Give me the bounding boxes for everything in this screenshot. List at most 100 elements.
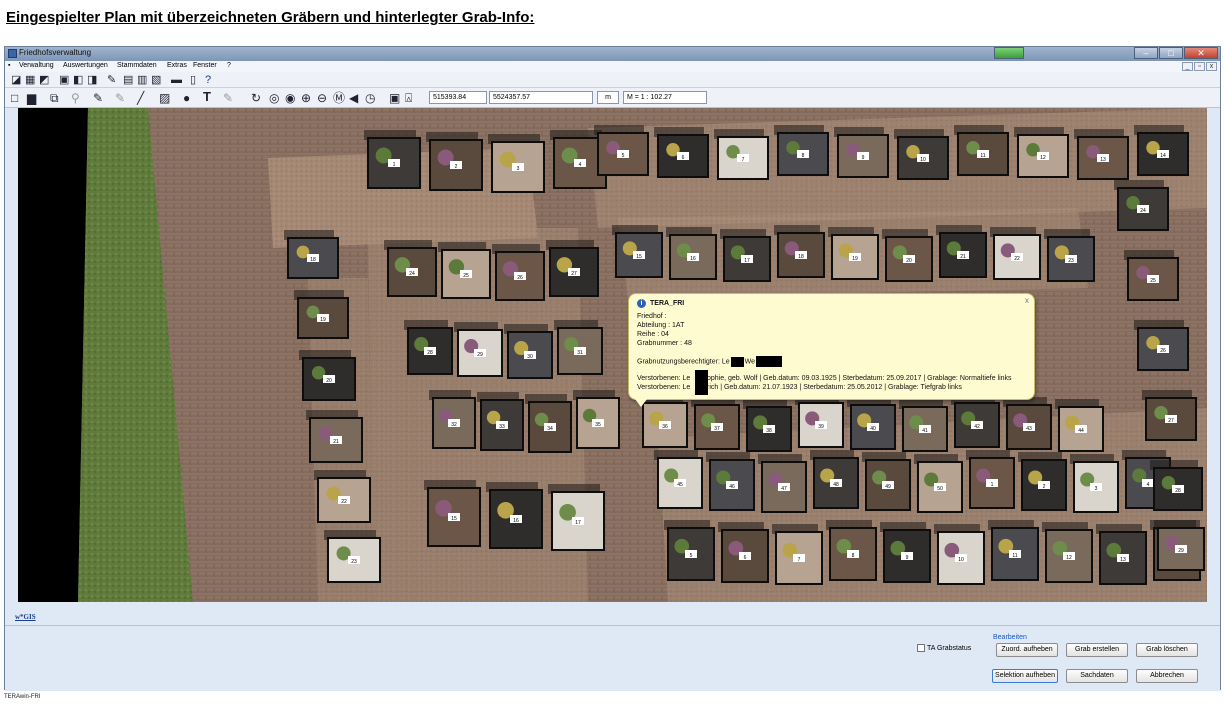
zoom-back-icon[interactable]: ◀ bbox=[349, 91, 358, 105]
menu-verwaltung[interactable]: Verwaltung bbox=[19, 62, 54, 69]
grave-number: 1 bbox=[991, 482, 994, 488]
grab-erstellen-button[interactable]: Grab erstellen bbox=[1066, 643, 1128, 657]
grave-number: 25 bbox=[463, 273, 469, 279]
tool-4-icon[interactable]: ▣ bbox=[59, 73, 69, 87]
popup-verstorben-2: Verstorbenen: Le Erich | Geb.datum: 21.07… bbox=[637, 383, 962, 392]
grave-number: 34 bbox=[547, 426, 553, 432]
tool-8-icon[interactable]: ▤ bbox=[123, 73, 133, 87]
tool-9-icon[interactable]: ▥ bbox=[137, 73, 147, 87]
title-bar: Friedhofsverwaltung – □ ✕ bbox=[5, 47, 1220, 61]
verstorben-1-text: Sophie, geb. Wolf | Geb.datum: 09.03.192… bbox=[702, 375, 1012, 382]
maximize-button[interactable]: □ bbox=[1159, 47, 1183, 59]
tool-12-icon[interactable]: ▯ bbox=[190, 73, 196, 87]
berechtigter-tail: We bbox=[744, 358, 755, 366]
zoom-m-icon[interactable]: Ⓜ bbox=[333, 91, 345, 105]
copy-icon[interactable]: ⧉ bbox=[50, 91, 59, 105]
pen-icon[interactable]: ✎ bbox=[93, 91, 103, 105]
verstorben-2-text: Erich | Geb.datum: 21.07.1923 | Sterbeda… bbox=[702, 384, 962, 391]
unit-field: m bbox=[597, 91, 619, 104]
sachdaten-button[interactable]: Sachdaten bbox=[1066, 669, 1128, 683]
grave-number: 25 bbox=[1150, 278, 1156, 284]
grave-number: 27 bbox=[1168, 418, 1174, 424]
zoom-out-icon[interactable]: ⊖ bbox=[317, 91, 327, 105]
grave-number: 21 bbox=[960, 254, 966, 260]
print-icon[interactable]: ▆ bbox=[27, 91, 36, 105]
grave-number: 23 bbox=[1068, 258, 1074, 264]
grab-loeschen-button[interactable]: Grab löschen bbox=[1136, 643, 1198, 657]
grave-number: 48 bbox=[833, 482, 839, 488]
tool-6-icon[interactable]: ◨ bbox=[87, 73, 97, 87]
abbrechen-button[interactable]: Abbrechen bbox=[1136, 669, 1198, 683]
grave-number: 50 bbox=[937, 486, 943, 492]
tool-7-icon[interactable]: ✎ bbox=[107, 73, 116, 87]
zoom-window-icon[interactable]: ◉ bbox=[285, 91, 295, 105]
popup-close-button[interactable]: x bbox=[1025, 296, 1029, 305]
grave-number: 36 bbox=[662, 424, 668, 430]
tool-5-icon[interactable]: ◧ bbox=[73, 73, 83, 87]
close-button[interactable]: ✕ bbox=[1184, 47, 1218, 59]
popup-friedhof: Friedhof : bbox=[637, 313, 667, 320]
redaction-box bbox=[756, 356, 782, 367]
grave-number: 19 bbox=[320, 317, 326, 323]
zoom-extent-icon[interactable]: ◎ bbox=[269, 91, 279, 105]
selektion-aufheben-button[interactable]: Selektion aufheben bbox=[992, 669, 1058, 683]
grave-number: 12 bbox=[1066, 555, 1072, 561]
grave-number: 11 bbox=[1012, 553, 1017, 559]
new-icon[interactable]: □ bbox=[11, 91, 18, 105]
menu-fenster[interactable]: Fenster bbox=[193, 62, 217, 69]
menu-extras[interactable]: Extras bbox=[167, 62, 187, 69]
pen-disabled-icon[interactable]: ✎ bbox=[115, 91, 125, 105]
line-icon[interactable]: ╱ bbox=[137, 91, 144, 105]
mdi-minimize-button[interactable]: _ bbox=[1182, 62, 1193, 71]
minimize-button[interactable]: – bbox=[1134, 47, 1158, 59]
info-icon[interactable]: ⍓ bbox=[405, 91, 412, 105]
checkbox-box[interactable] bbox=[917, 644, 925, 652]
help-icon[interactable]: ? bbox=[205, 73, 211, 87]
eraser-icon[interactable]: ✎ bbox=[223, 91, 233, 105]
status-bar: TERAwin-FRI bbox=[4, 694, 41, 700]
select-icon[interactable]: ▣ bbox=[389, 91, 400, 105]
grave-number: 2 bbox=[455, 164, 458, 170]
grave-number: 2 bbox=[1043, 484, 1046, 490]
grave-number: 42 bbox=[974, 424, 980, 430]
hatch-icon[interactable]: ▨ bbox=[159, 91, 170, 105]
grave-number: 22 bbox=[341, 499, 347, 505]
zuordnung-aufheben-button[interactable]: Zuord. aufheben bbox=[996, 643, 1058, 657]
mdi-close-button[interactable]: x bbox=[1206, 62, 1217, 71]
grave-number: 18 bbox=[310, 257, 316, 263]
grave-number: 1 bbox=[393, 162, 396, 168]
grave-number: 38 bbox=[766, 428, 772, 434]
zoom-in-icon[interactable]: ⊕ bbox=[301, 91, 311, 105]
action-panel: Bearbeiten TA Grabstatus Zuord. aufheben… bbox=[5, 625, 1220, 691]
tool-1-icon[interactable]: ◪ bbox=[11, 73, 21, 87]
fill-icon[interactable]: ● bbox=[183, 91, 190, 105]
grave-number: 15 bbox=[451, 516, 457, 522]
grave-number: 7 bbox=[798, 557, 801, 563]
grave-number: 15 bbox=[636, 254, 642, 260]
grave-number: 8 bbox=[802, 153, 805, 159]
zoom-icon[interactable]: ⚲ bbox=[71, 91, 80, 105]
toolbar-drawing: □ ▆ ⧉ ⚲ ✎ ✎ ╱ ▨ ● T ✎ ↻ ◎ ◉ ⊕ ⊖ Ⓜ ◀ ◷ ▣ … bbox=[5, 88, 1220, 108]
menu-auswertungen[interactable]: Auswertungen bbox=[63, 62, 108, 69]
popup-tail bbox=[635, 399, 647, 407]
menu-help[interactable]: ? bbox=[227, 62, 231, 69]
grave-number: 10 bbox=[920, 157, 926, 163]
info-icon: i bbox=[637, 299, 646, 308]
grave-number: 41 bbox=[922, 428, 928, 434]
page-heading: Eingespielter Plan mit überzeichneten Gr… bbox=[6, 9, 535, 26]
grave-number: 16 bbox=[690, 256, 696, 262]
tool-3-icon[interactable]: ◩ bbox=[39, 73, 49, 87]
menu-stammdaten[interactable]: Stammdaten bbox=[117, 62, 157, 69]
zoom-history-icon[interactable]: ◷ bbox=[365, 91, 375, 105]
coord-y-field: 5524357.57 bbox=[489, 91, 593, 104]
grave-number: 35 bbox=[595, 422, 601, 428]
refresh-icon[interactable]: ↻ bbox=[251, 91, 261, 105]
mdi-restore-button[interactable]: ▫ bbox=[1194, 62, 1205, 71]
grave-number: 9 bbox=[862, 155, 865, 161]
tool-2-icon[interactable]: ▦ bbox=[25, 73, 35, 87]
tool-11-icon[interactable]: ▬ bbox=[171, 73, 182, 87]
grave-number: 10 bbox=[958, 557, 964, 563]
tool-10-icon[interactable]: ▧ bbox=[151, 73, 161, 87]
ta-grabstatus-checkbox[interactable]: TA Grabstatus bbox=[917, 644, 971, 652]
text-icon[interactable]: T bbox=[203, 90, 211, 104]
